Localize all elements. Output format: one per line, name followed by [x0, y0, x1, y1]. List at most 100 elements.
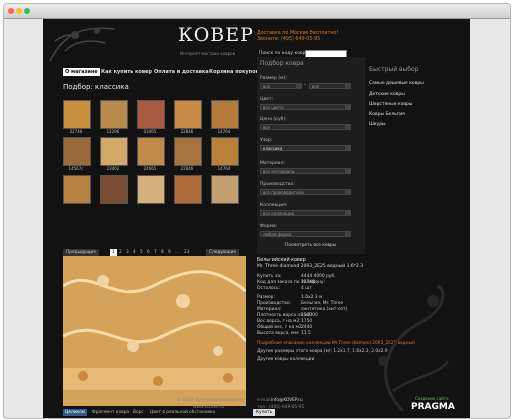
filter-panel: Подбор ковра Размер (м): все – все Цвет:…	[257, 57, 365, 254]
quick-link[interactable]: Самые дешевые ковры	[369, 81, 424, 86]
chevron-down-icon	[345, 84, 350, 88]
collection-label: Коллекция:	[260, 203, 288, 208]
quick-link[interactable]: Шерстяные ковры	[369, 102, 412, 107]
shape-select[interactable]: любая форма	[260, 231, 351, 237]
thumbnail-grid: 22748 12296 03465 22846 14764 14567c 234…	[63, 100, 243, 240]
thumbnail-code: 23462	[106, 166, 120, 171]
pager-page[interactable]: 7	[154, 250, 157, 255]
rug-thumbnail[interactable]	[174, 137, 202, 166]
thumbnail-code: 14764	[217, 166, 231, 171]
rug-preview-image[interactable]	[63, 256, 246, 406]
delivery-note: Доставка по Москве бесплатно!	[257, 31, 339, 36]
filter-title: Подбор ковра	[260, 60, 304, 67]
footer-email[interactable]: info@KOVEP.ru	[271, 398, 303, 403]
nav-cart[interactable]: Корзина покупок	[209, 69, 259, 75]
product-title: Бельгийский ковер	[257, 258, 306, 263]
rug-thumbnail[interactable]	[63, 137, 91, 166]
pager-next-button[interactable]: Следующие	[206, 249, 240, 256]
thumbnail-code: 14567c	[68, 166, 84, 171]
tab-whole[interactable]: Целиком	[63, 409, 87, 416]
color-select[interactable]: все цвета	[260, 104, 351, 110]
tab-pile[interactable]: Ворс	[133, 410, 144, 415]
spec-label: Размер:	[257, 295, 275, 300]
pager-page[interactable]: 2	[119, 250, 122, 255]
spec-value: 4444 4000 руб.	[301, 274, 336, 279]
pager-page[interactable]: 23	[184, 250, 189, 255]
spec-label: Высота ворса, мм:	[257, 331, 300, 336]
price-value: все	[263, 125, 271, 130]
site-tagline: Интернет-магазин ковров	[180, 51, 235, 56]
rug-thumbnail[interactable]	[100, 100, 128, 129]
rug-thumbnail[interactable]	[174, 175, 202, 204]
size-from-select[interactable]: все	[260, 83, 302, 89]
pragma-caption: Создание сайта	[415, 396, 449, 401]
show-all-link[interactable]: Посмотреть все ковры	[285, 243, 336, 248]
pager-page[interactable]: 3	[126, 250, 129, 255]
maximize-window-icon[interactable]	[24, 8, 30, 14]
rug-thumbnail[interactable]	[211, 137, 239, 166]
pager-page[interactable]: 9	[168, 250, 171, 255]
minimize-window-icon[interactable]	[16, 8, 22, 14]
material-select[interactable]: все материалы	[260, 168, 351, 174]
size-dash: –	[304, 83, 307, 88]
size-to-value: все	[312, 84, 320, 89]
chevron-down-icon	[345, 125, 350, 129]
nav-payment-delivery[interactable]: Оплата и доставка	[154, 69, 209, 75]
spec-label: Общий вес, г на м2:	[257, 325, 304, 330]
rug-thumbnail[interactable]	[100, 137, 128, 166]
spec-value: 2440	[301, 325, 313, 330]
page-right-margin	[470, 19, 510, 418]
tab-fragment[interactable]: Фрагмент ковра	[92, 410, 129, 415]
chevron-down-icon	[345, 146, 350, 150]
rug-thumbnail[interactable]	[174, 100, 202, 129]
footer-copyright: © 2007 Все права защищены	[177, 398, 244, 403]
quick-link[interactable]: Ковры Бельгия	[369, 112, 405, 117]
rug-thumbnail[interactable]	[211, 100, 239, 129]
nav-how-to-buy[interactable]: Как купить ковер	[101, 69, 152, 75]
producer-label: Производство:	[260, 182, 295, 187]
rug-thumbnail[interactable]	[63, 100, 91, 129]
rug-thumbnail[interactable]	[63, 175, 91, 204]
site-container: КОВЕР Интернет-магазин ковров Доставка п…	[43, 19, 470, 418]
other-collection-link[interactable]: Другие ковры коллекции	[257, 357, 314, 362]
pager-page[interactable]: 8	[161, 250, 164, 255]
pager-page[interactable]: 5	[140, 250, 143, 255]
pager-page[interactable]: 4	[133, 250, 136, 255]
footer-site: www.KOVEP.ru	[193, 405, 224, 410]
pragma-logo[interactable]: PRAGMA	[411, 402, 455, 412]
price-select[interactable]: все	[260, 124, 351, 130]
pager-page[interactable]: 6	[147, 250, 150, 255]
collection-select[interactable]: все коллекции	[260, 210, 351, 216]
rug-thumbnail[interactable]	[211, 175, 239, 204]
pager-prev-button[interactable]: Предыдущие	[63, 249, 99, 256]
spec-label: Материал:	[257, 307, 282, 312]
size-label: Размер (м):	[260, 76, 287, 81]
producer-value: все производители	[263, 190, 304, 195]
floral-pattern-icon	[63, 256, 246, 406]
quick-link[interactable]: Шкуры	[369, 122, 386, 127]
spec-value: Бельгия, Mr. Three	[301, 301, 344, 306]
rug-thumbnail[interactable]	[137, 175, 165, 204]
pattern-label: Узор:	[260, 138, 273, 143]
tab-interior[interactable]: Цвет в реальной обстановке	[150, 410, 215, 415]
thumbnail-code: 12296	[106, 129, 120, 134]
close-window-icon[interactable]	[8, 8, 14, 14]
spec-value: синтетика (хит-сет)	[301, 307, 348, 312]
quick-link[interactable]: Детские ковры	[369, 92, 405, 97]
spec-value: 22748	[301, 280, 315, 285]
price-label: Цена (руб):	[260, 117, 287, 122]
producer-select[interactable]: все производители	[260, 189, 351, 195]
rug-thumbnail[interactable]	[137, 137, 165, 166]
spec-label: Вес ворса, г на м2:	[257, 319, 301, 324]
pattern-select[interactable]: классика	[260, 145, 351, 151]
buy-button[interactable]: Купить	[253, 409, 276, 416]
rug-thumbnail[interactable]	[137, 100, 165, 129]
nav-about[interactable]: О магазине	[63, 68, 100, 76]
rug-thumbnail[interactable]	[100, 175, 128, 204]
spec-label: Осталось:	[257, 286, 281, 291]
pager-page[interactable]: 1	[110, 249, 117, 256]
size-to-select[interactable]: все	[309, 83, 351, 89]
color-value: все цвета	[263, 105, 284, 110]
site-logo[interactable]: КОВЕР	[178, 24, 254, 46]
thumbnail-code: 22748	[69, 129, 83, 134]
